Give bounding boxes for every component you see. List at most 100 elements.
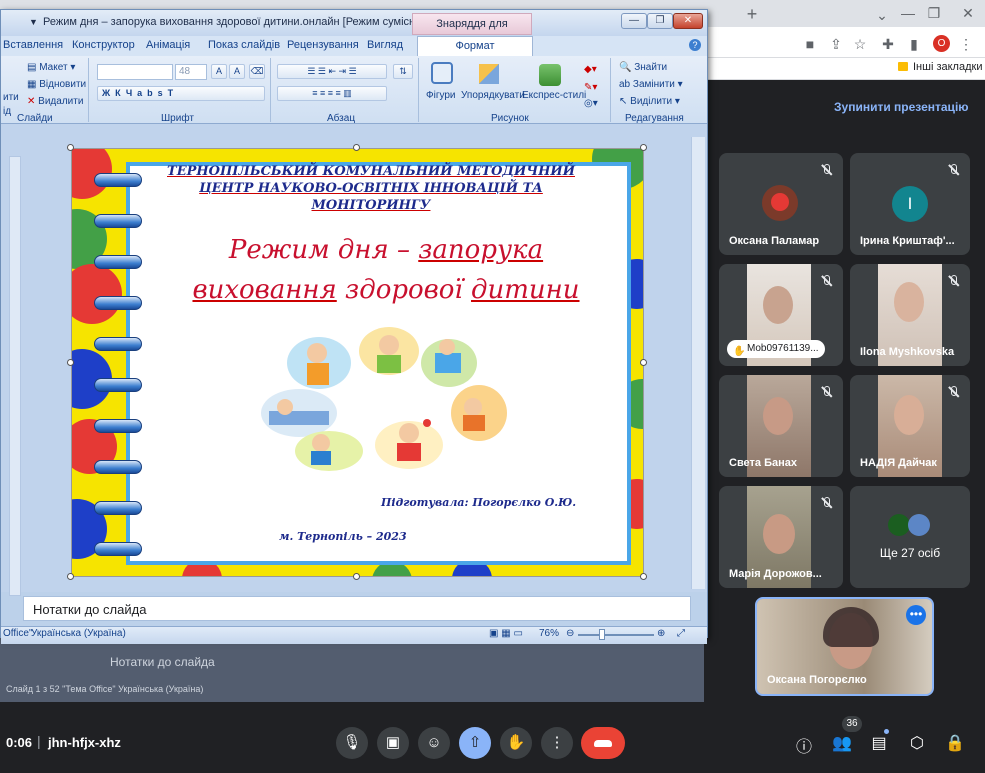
status-language[interactable]: Українська (Україна) bbox=[31, 628, 126, 639]
tab-search-icon[interactable]: ⌄ bbox=[872, 6, 892, 24]
tab-format[interactable]: Формат bbox=[417, 36, 533, 56]
selection-handle[interactable] bbox=[353, 573, 360, 580]
participant-tile[interactable]: НАДІЯ Дайчак bbox=[850, 375, 970, 477]
arrange-icon[interactable] bbox=[479, 64, 499, 84]
camera-button[interactable]: ▣ bbox=[377, 727, 409, 759]
activities-icon[interactable]: ⬡ bbox=[906, 733, 928, 753]
font-name-input[interactable] bbox=[97, 64, 173, 80]
self-view-tile[interactable]: ••• Оксана Погорєлко bbox=[755, 597, 934, 696]
replace-button[interactable]: ab Замінити ▾ bbox=[619, 79, 683, 90]
participant-tile[interactable]: Оксана Паламар bbox=[719, 153, 843, 255]
info-icon[interactable]: ⓘ bbox=[793, 733, 815, 757]
text-direction-button[interactable]: ⇅ bbox=[393, 64, 413, 79]
new-tab-button[interactable]: + bbox=[742, 5, 762, 23]
tab-view[interactable]: Вигляд bbox=[367, 39, 403, 51]
tab-insert[interactable]: Вставлення bbox=[3, 39, 63, 51]
grow-font-button[interactable]: A bbox=[211, 64, 227, 79]
zoom-out-button[interactable]: ⊖ bbox=[566, 628, 574, 639]
maximize-button[interactable]: ❐ bbox=[924, 4, 944, 22]
separator: | bbox=[37, 733, 41, 749]
bookmark-star-icon[interactable]: ☆ bbox=[850, 35, 870, 53]
align-buttons[interactable]: ≡ ≡ ≡ ≡ ▥ bbox=[277, 86, 387, 101]
thumbnail-scrollbar[interactable] bbox=[9, 156, 21, 596]
help-icon[interactable]: ? bbox=[689, 39, 701, 51]
font-format-buttons[interactable]: ЖКЧabsT bbox=[97, 86, 265, 101]
shrink-font-button[interactable]: A bbox=[229, 64, 245, 79]
leave-call-button[interactable] bbox=[581, 727, 625, 759]
more-options-icon[interactable]: ••• bbox=[906, 605, 926, 625]
new-slide-label-2[interactable]: ід bbox=[3, 106, 11, 117]
participant-tile[interactable]: ✋ Mob09761139... bbox=[719, 264, 843, 366]
selection-handle[interactable] bbox=[640, 573, 647, 580]
reset-button[interactable]: ▦ Відновити bbox=[27, 79, 86, 90]
participant-tile[interactable]: І Ірина Криштаф'... bbox=[850, 153, 970, 255]
raise-hand-button[interactable]: ✋ bbox=[500, 727, 532, 759]
close-button[interactable]: ✕ bbox=[673, 13, 703, 29]
participant-tile[interactable]: Ilona Myshkovska bbox=[850, 264, 970, 366]
participant-tile[interactable]: Света Банах bbox=[719, 375, 843, 477]
selection-handle[interactable] bbox=[640, 359, 647, 366]
mic-off-icon bbox=[819, 496, 833, 510]
zoom-slider-thumb[interactable] bbox=[599, 629, 605, 640]
browser-menu-icon[interactable]: ⋮ bbox=[956, 35, 976, 53]
more-participants-tile[interactable]: Ще 27 осіб bbox=[850, 486, 970, 588]
present-screen-button[interactable]: ⇧ bbox=[459, 727, 491, 759]
delete-button[interactable]: ✕ Видалити bbox=[27, 96, 83, 107]
microphone-button[interactable]: 🎙 bbox=[336, 727, 368, 759]
profile-avatar[interactable]: О bbox=[933, 35, 950, 52]
zoom-slider-track[interactable] bbox=[578, 634, 654, 636]
quick-styles-icon[interactable] bbox=[539, 64, 561, 86]
close-browser-button[interactable]: ✕ bbox=[958, 4, 978, 22]
arrange-button[interactable]: Упорядкувати bbox=[461, 90, 525, 101]
extensions-icon[interactable]: ✚ bbox=[878, 35, 898, 53]
zoom-in-button[interactable]: ⊕ bbox=[657, 628, 665, 639]
fit-to-window-button[interactable]: ⤢ bbox=[677, 628, 685, 639]
delete-label: Видалити bbox=[38, 96, 84, 107]
slide-scrollbar[interactable] bbox=[691, 137, 705, 589]
mic-off-icon bbox=[819, 385, 833, 399]
selection-handle[interactable] bbox=[67, 144, 74, 151]
side-panel-icon[interactable]: ▮ bbox=[904, 35, 924, 53]
new-slide-label[interactable]: ити bbox=[3, 92, 19, 103]
shape-outline-icon[interactable]: ✎▾ bbox=[584, 82, 597, 93]
tab-design[interactable]: Конструктор bbox=[72, 39, 135, 51]
clear-format-button[interactable]: ⌫ bbox=[249, 64, 265, 79]
tab-animations[interactable]: Анімація bbox=[146, 39, 190, 51]
select-button[interactable]: ↖ Виділити ▾ bbox=[619, 96, 680, 107]
tab-slide-show[interactable]: Показ слайдів bbox=[208, 39, 280, 51]
shape-fill-icon[interactable]: ◆▾ bbox=[584, 64, 597, 75]
zoom-level[interactable]: 76% bbox=[539, 628, 559, 639]
camera-icon[interactable]: ■ bbox=[800, 35, 820, 53]
spiral-ring bbox=[94, 460, 142, 474]
selection-handle[interactable] bbox=[640, 144, 647, 151]
shapes-icon[interactable] bbox=[431, 62, 453, 84]
quick-styles-button[interactable]: Експрес-стилі bbox=[522, 90, 586, 101]
selection-handle[interactable] bbox=[67, 573, 74, 580]
selection-handle[interactable] bbox=[67, 359, 74, 366]
layout-button[interactable]: ▤ Макет ▾ bbox=[27, 62, 75, 73]
quick-access-arrow-icon[interactable]: ▼ bbox=[29, 17, 38, 27]
notes-placeholder[interactable]: Нотатки до слайда bbox=[33, 602, 146, 617]
font-size-input[interactable]: 48 bbox=[175, 64, 207, 80]
view-buttons[interactable]: ▣ ▦ ▭ bbox=[489, 628, 523, 639]
tab-review[interactable]: Рецензування bbox=[287, 39, 359, 51]
other-bookmarks[interactable]: Інші закладки bbox=[913, 61, 982, 73]
find-button[interactable]: 🔍 Знайти bbox=[619, 62, 667, 73]
shapes-button[interactable]: Фігури bbox=[426, 90, 456, 101]
share-icon[interactable]: ⇪ bbox=[826, 35, 846, 53]
host-controls-icon[interactable]: 🔒 bbox=[944, 733, 966, 753]
people-icon[interactable]: 👥 bbox=[831, 733, 853, 753]
minimize-button[interactable]: — bbox=[621, 13, 647, 29]
chat-icon[interactable]: ▤ bbox=[868, 733, 890, 753]
more-options-button[interactable]: ⋮ bbox=[541, 727, 573, 759]
shape-effects-icon[interactable]: ◎▾ bbox=[584, 98, 598, 109]
selection-handle[interactable] bbox=[353, 144, 360, 151]
emoji-button[interactable]: ☺ bbox=[418, 727, 450, 759]
list-buttons[interactable]: ☰ ☰ ⇤ ⇥ ☰ bbox=[277, 64, 387, 79]
restore-button[interactable]: ❐ bbox=[647, 13, 673, 29]
participant-tile[interactable]: Марія Дорожов... bbox=[719, 486, 843, 588]
stop-presenting-button[interactable]: Зупинити презентацію bbox=[834, 100, 969, 114]
spiral-ring bbox=[94, 378, 142, 392]
minimize-button[interactable]: — bbox=[898, 4, 918, 22]
powerpoint-window[interactable]: ▼ Режим дня – запорука виховання здорово… bbox=[0, 9, 708, 644]
